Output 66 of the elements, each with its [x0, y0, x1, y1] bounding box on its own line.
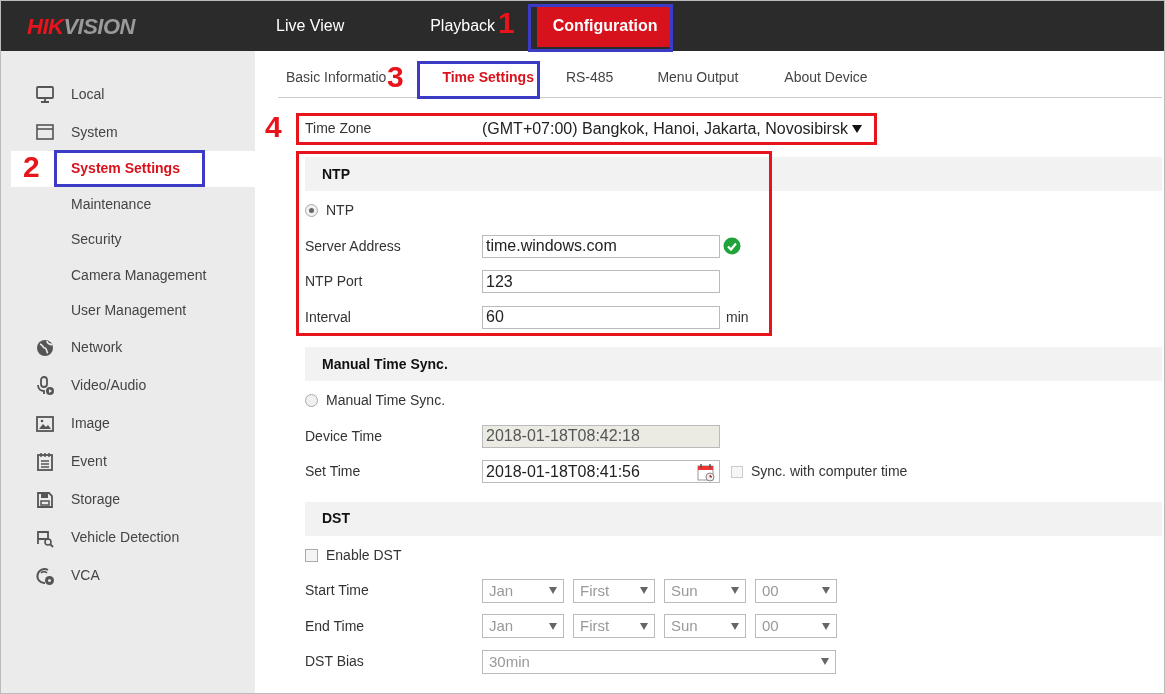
tab[interactable]: About Device — [776, 65, 876, 97]
nav-tab[interactable]: Live View — [264, 5, 357, 47]
globe-icon — [35, 337, 55, 358]
caret-icon — [822, 622, 830, 630]
sidebar-subitem[interactable]: Maintenance — [11, 186, 255, 222]
window-icon — [35, 122, 55, 142]
date-time-field[interactable]: 2018-01-18T08:41:56 — [482, 460, 720, 484]
caret-icon — [731, 622, 739, 630]
monitor-icon — [35, 84, 55, 104]
sidebar-item[interactable]: Event — [11, 442, 255, 481]
sidebar-item[interactable]: VCA — [11, 556, 255, 595]
input-field[interactable]: time.windows.com — [482, 234, 720, 258]
section-header: NTP — [305, 157, 1162, 191]
checkbox[interactable] — [305, 548, 318, 562]
radio-button[interactable] — [305, 204, 318, 218]
field-label: DST Bias — [305, 652, 365, 672]
time-zone-select[interactable]: (GMT+07:00) Bangkok, Hanoi, Jakarta, Novosibirsk — [478, 116, 866, 141]
field-label: Interval — [305, 307, 352, 327]
caret-icon — [549, 587, 557, 595]
field-label: Device Time — [305, 426, 384, 446]
sidebar-item[interactable]: Network — [11, 328, 255, 367]
step-number: 3 — [387, 61, 404, 93]
sidebar-subitem[interactable]: User Management — [11, 293, 255, 329]
tab[interactable]: Menu Output — [649, 65, 747, 97]
input-field[interactable]: 60 — [482, 305, 720, 329]
caret-icon — [851, 124, 862, 133]
sidebar-item[interactable]: System — [11, 113, 255, 151]
step-number: 1 — [498, 7, 515, 39]
sidebar-item[interactable]: Vehicle Detection — [11, 518, 255, 557]
radio-button[interactable] — [305, 394, 318, 408]
caret-icon — [549, 622, 557, 630]
radio-label: Manual Time Sync. — [326, 391, 446, 411]
step-number: 2 — [23, 151, 40, 183]
tab[interactable]: RS-485 — [557, 65, 622, 97]
caret-icon — [640, 587, 648, 595]
notepad-icon — [35, 451, 55, 472]
checkbox-label: Enable DST — [326, 545, 402, 565]
sidebar-subitem[interactable]: Security — [11, 222, 255, 258]
field-label: Time Zone — [304, 119, 373, 138]
caret-icon — [731, 587, 739, 595]
section-header: Manual Time Sync. — [305, 347, 1162, 381]
field-label: Start Time — [305, 581, 370, 601]
checkbox-label: Sync. with computer time — [751, 462, 908, 482]
calendar-icon[interactable] — [696, 461, 716, 482]
field-label: NTP Port — [305, 272, 364, 292]
picture-icon — [35, 413, 55, 434]
field-label: Set Time — [305, 462, 362, 482]
checkbox[interactable] — [731, 465, 743, 478]
sidebar-subitem[interactable]: Camera Management — [11, 257, 255, 293]
radio-label: NTP — [326, 201, 354, 221]
section-header: DST — [305, 501, 1162, 536]
step-number: 4 — [265, 111, 282, 143]
unit-label: min — [726, 307, 749, 327]
field-label: End Time — [305, 616, 366, 636]
input-field[interactable]: 123 — [482, 270, 720, 294]
sidebar-item[interactable]: Image — [11, 404, 255, 443]
logo: HIKVISION — [27, 12, 137, 41]
microphone-icon — [35, 375, 55, 396]
caret-icon — [640, 622, 648, 630]
caret-icon — [822, 587, 830, 595]
tab[interactable]: Time Settings — [434, 65, 542, 97]
sidebar-item[interactable]: Local — [11, 75, 255, 113]
caret-icon — [821, 658, 829, 666]
field-label: Server Address — [305, 236, 402, 256]
sidebar-item[interactable]: Storage — [11, 480, 255, 519]
sidebar-item[interactable]: Video/Audio — [11, 366, 255, 405]
